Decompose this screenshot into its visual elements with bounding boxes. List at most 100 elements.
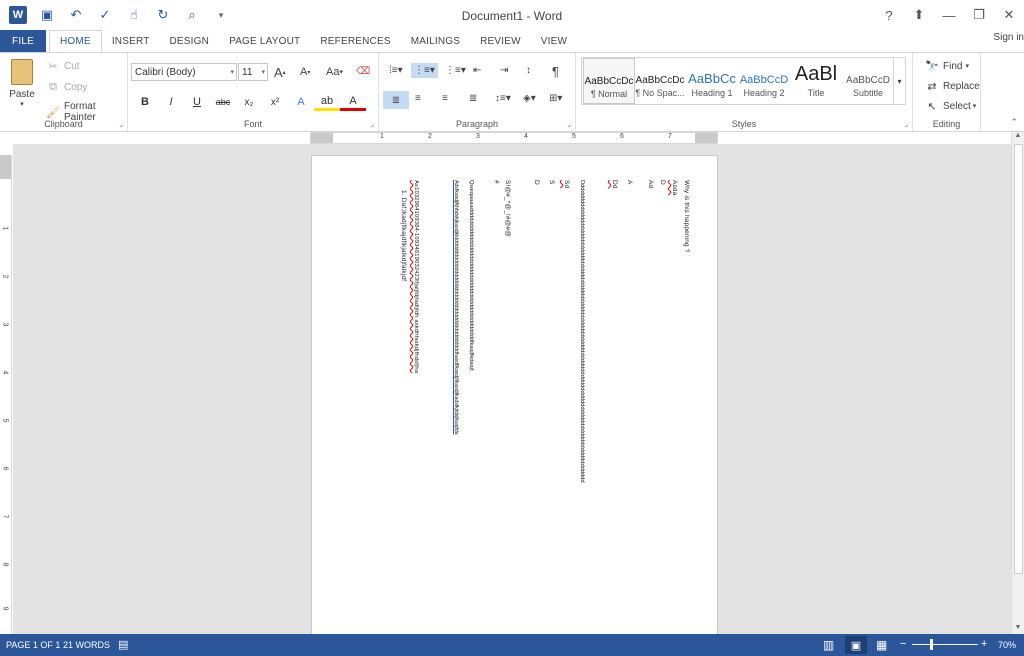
underline-button[interactable]: U xyxy=(184,93,210,111)
scrollbar-thumb[interactable] xyxy=(1014,144,1023,574)
styles-gallery: AaBbCcDc ¶ Normal AaBbCcDc ¶ No Spac... … xyxy=(581,57,906,105)
bold-button[interactable]: B xyxy=(132,93,158,111)
justify-icon[interactable]: ≣ xyxy=(469,93,477,104)
zoom-level[interactable]: 70% xyxy=(998,640,1016,650)
align-left-icon[interactable]: ≣ xyxy=(383,91,409,109)
align-center-icon[interactable]: ≡ xyxy=(415,93,421,104)
paste-icon xyxy=(11,59,33,85)
font-size-combo[interactable]: 11 ▾ xyxy=(238,63,268,81)
tab-file[interactable]: FILE xyxy=(0,30,46,52)
sort-icon[interactable]: ↕ xyxy=(526,65,531,76)
scroll-up-icon[interactable]: ▲ xyxy=(1012,132,1024,142)
web-layout-icon[interactable]: ▦ xyxy=(876,638,887,652)
shrink-font-button[interactable]: A ▾ xyxy=(300,66,310,78)
tab-home[interactable]: HOME xyxy=(49,30,102,52)
clipboard-group-label: Clipboard xyxy=(44,119,83,129)
multilevel-list-icon[interactable]: ⋮≡▾ xyxy=(445,65,466,76)
tab-mailings[interactable]: MAILINGS xyxy=(401,30,470,52)
doc-line-1: Why is this happening ? xyxy=(683,180,690,253)
bullets-icon[interactable]: ⁞≡▾ xyxy=(389,65,403,76)
restore-button[interactable]: ❐ xyxy=(964,0,994,30)
help-button[interactable]: ? xyxy=(874,0,904,30)
doc-line-10: D xyxy=(533,180,540,185)
paragraph-group: ⁞≡▾ ⋮≡▾ ⋮≡▾ ⇤ ⇥ ↕ ¶ ≣ ≡ ≡ ≣ ↕≡▾ ◈▾ ⊞▾ Pa… xyxy=(379,53,576,132)
shading-icon[interactable]: ◈▾ xyxy=(523,93,536,104)
vertical-scrollbar[interactable]: ▲ ▼ xyxy=(1011,132,1024,634)
ribbon-display-options-button[interactable]: ⬆ xyxy=(904,0,934,30)
superscript-button[interactable]: x² xyxy=(262,93,288,111)
grow-font-button[interactable]: A ▴ xyxy=(274,65,286,80)
paste-button[interactable]: Paste ▾ xyxy=(8,59,36,115)
ruler-margin-right xyxy=(695,133,717,143)
zoom-slider-thumb[interactable] xyxy=(930,639,933,650)
replace-icon: ⇄ xyxy=(927,80,937,93)
zoom-slider[interactable] xyxy=(912,644,978,645)
align-right-icon[interactable]: ≡ xyxy=(442,93,448,104)
proofing-icon[interactable]: ▤ xyxy=(118,638,128,651)
change-case-button[interactable]: Aa ▾ xyxy=(326,66,343,78)
sign-in-link[interactable]: Sign in xyxy=(993,32,1024,43)
find-button[interactable]: 🔭 Find ▾ xyxy=(925,59,969,73)
increase-indent-icon[interactable]: ⇥ xyxy=(500,65,508,76)
vertical-ruler[interactable]: 1 2 3 4 5 6 7 8 9 xyxy=(0,155,12,633)
collapse-ribbon-icon[interactable]: ⌃ xyxy=(1010,117,1018,128)
style-normal[interactable]: AaBbCcDc ¶ Normal xyxy=(583,58,635,104)
page-count[interactable]: PAGE 1 OF 1 xyxy=(6,640,60,650)
numbering-icon[interactable]: ⋮≡▾ xyxy=(411,63,438,78)
style-title[interactable]: AaBl Title xyxy=(790,58,842,104)
clear-formatting-icon[interactable]: ⌫ xyxy=(356,66,370,77)
font-group: Calibri (Body) ▾ 11 ▾ A ▴ A ▾ Aa ▾ ⌫ B I U ab… xyxy=(128,53,379,132)
line-spacing-icon[interactable]: ↕≡▾ xyxy=(495,93,511,104)
chevron-down-icon: ▾ xyxy=(20,101,24,108)
cut-button[interactable]: ✂ Cut xyxy=(46,59,79,73)
tab-page-layout[interactable]: PAGE LAYOUT xyxy=(219,30,310,52)
strikethrough-button[interactable]: abc xyxy=(210,93,236,111)
tab-insert[interactable]: INSERT xyxy=(102,30,160,52)
horizontal-ruler[interactable]: 1 2 3 4 5 6 7 xyxy=(310,132,718,144)
font-launcher-icon[interactable]: ⌟ xyxy=(370,119,374,128)
title-bar: W ▣ ↶ ✓ ☝ ↻ ⌕ ▾ Document1 - Word ? ⬆ — ❐… xyxy=(0,0,1024,30)
paintbrush-icon: 🖌 xyxy=(46,106,60,119)
style-heading-1[interactable]: AaBbCc Heading 1 xyxy=(686,58,738,104)
highlight-color-icon[interactable]: ab xyxy=(314,93,340,111)
show-marks-button[interactable]: ¶ xyxy=(552,64,559,79)
borders-icon[interactable]: ⊞▾ xyxy=(549,93,562,104)
subscript-button[interactable]: x₂ xyxy=(236,93,262,111)
copy-button[interactable]: ⧉ Copy xyxy=(46,80,87,94)
word-count[interactable]: 21 WORDS xyxy=(63,640,110,650)
font-group-label: Font xyxy=(243,119,262,129)
read-mode-icon[interactable]: ▥ xyxy=(823,638,834,652)
styles-more-icon[interactable]: ▾ xyxy=(893,58,905,104)
font-name-combo[interactable]: Calibri (Body) ▾ xyxy=(131,63,237,81)
scroll-down-icon[interactable]: ▼ xyxy=(1012,624,1024,634)
chevron-down-icon: ▾ xyxy=(261,69,265,76)
paragraph-group-label: Paragraph xyxy=(455,119,499,129)
tab-view[interactable]: VIEW xyxy=(531,30,577,52)
text-effects-icon[interactable]: A xyxy=(288,93,314,111)
italic-button[interactable]: I xyxy=(158,93,184,111)
tab-references[interactable]: REFERENCES xyxy=(310,30,400,52)
select-button[interactable]: ↖ Select ▾ xyxy=(925,99,976,113)
minimize-button[interactable]: — xyxy=(934,0,964,30)
paragraph-launcher-icon[interactable]: ⌟ xyxy=(567,119,571,128)
chevron-down-icon: ▾ xyxy=(230,69,234,76)
style-subtitle[interactable]: AaBbCcD Subtitle xyxy=(842,58,894,104)
styles-launcher-icon[interactable]: ⌟ xyxy=(904,119,908,128)
decrease-indent-icon[interactable]: ⇤ xyxy=(473,65,481,76)
style-no-spacing[interactable]: AaBbCcDc ¶ No Spac... xyxy=(634,58,686,104)
tab-design[interactable]: DESIGN xyxy=(160,30,220,52)
styles-group-label: Styles xyxy=(731,119,757,129)
zoom-out-icon[interactable]: − xyxy=(900,638,906,650)
font-color-icon[interactable]: A xyxy=(340,93,366,111)
doc-line-7: Dddddddddddddddddddddddddddddddddddddddd… xyxy=(579,180,585,483)
tab-review[interactable]: REVIEW xyxy=(470,30,531,52)
clipboard-launcher-icon[interactable]: ⌟ xyxy=(119,119,123,128)
window-title: Document1 - Word xyxy=(461,9,563,23)
style-heading-2[interactable]: AaBbCcD Heading 2 xyxy=(738,58,790,104)
zoom-in-icon[interactable]: + xyxy=(981,638,987,650)
copy-icon: ⧉ xyxy=(49,80,57,93)
document-page[interactable]: Why is this happening ? Asda D Ad A Dd D… xyxy=(311,155,718,635)
close-button[interactable]: ✕ xyxy=(994,0,1024,30)
print-layout-icon[interactable]: ▣ xyxy=(845,636,867,654)
replace-button[interactable]: ⇄ Replace xyxy=(925,79,979,93)
